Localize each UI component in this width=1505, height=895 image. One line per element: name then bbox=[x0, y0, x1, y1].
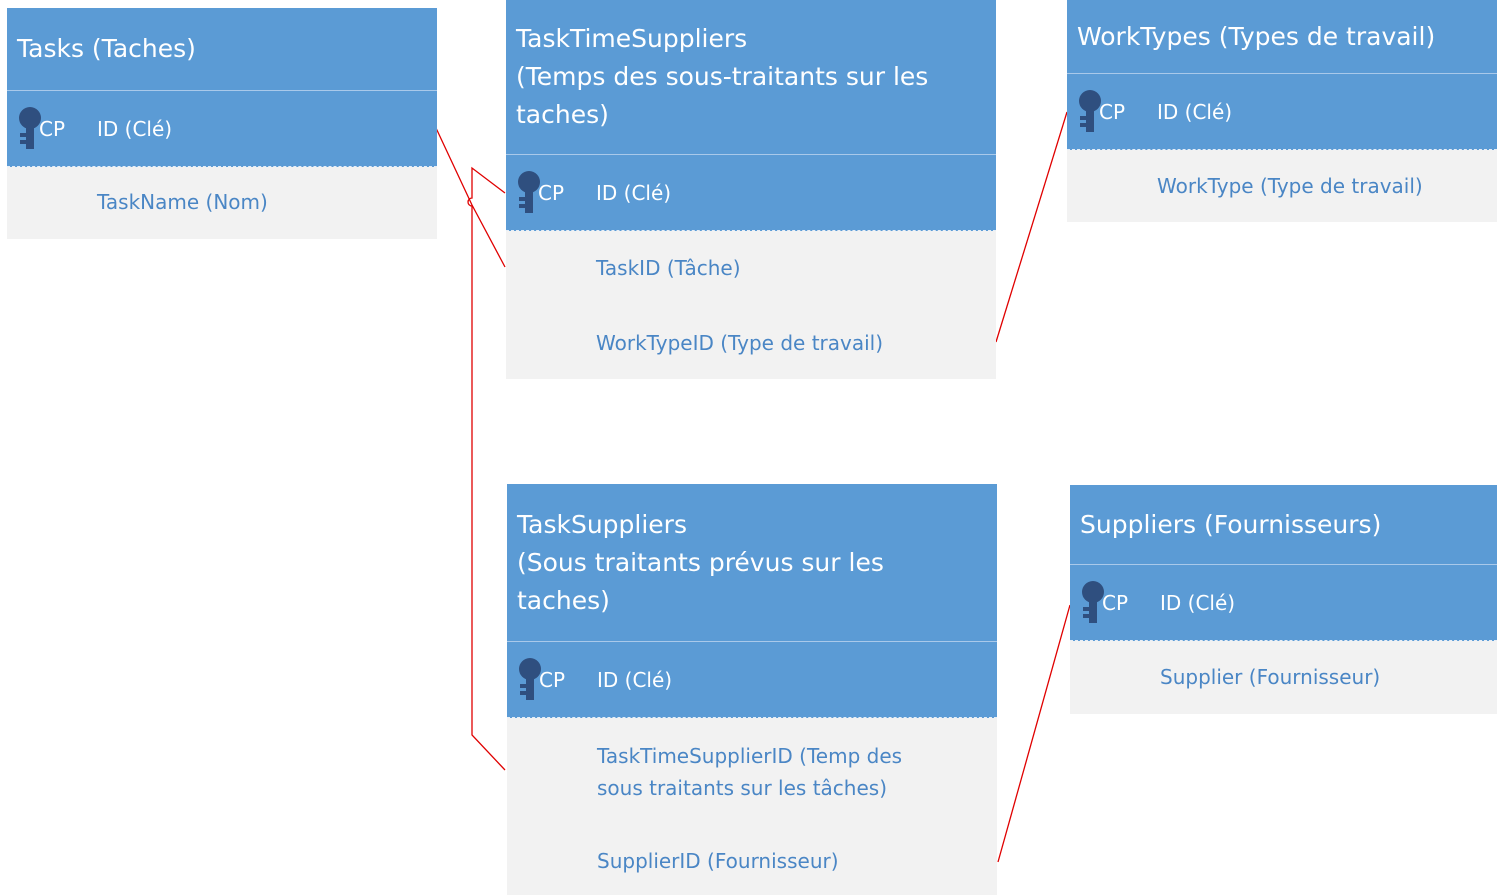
field-worktype[interactable]: WorkType (Type de travail) bbox=[1157, 170, 1423, 202]
pk-field-label: ID (Clé) bbox=[97, 117, 173, 141]
entity-title-line-2: (Temps des sous-traitants sur les bbox=[516, 62, 929, 91]
pk-field-label: ID (Clé) bbox=[597, 668, 673, 692]
pk-badge: CP bbox=[539, 668, 566, 692]
pk-field-label: ID (Clé) bbox=[1160, 591, 1236, 615]
entity-header-tasks: Tasks (Taches) bbox=[7, 8, 437, 91]
primary-key-row[interactable]: CP ID (Clé) bbox=[1070, 565, 1497, 641]
field-supplier[interactable]: Supplier (Fournisseur) bbox=[1160, 661, 1380, 693]
pk-badge: CP bbox=[39, 117, 66, 141]
entity-tasks[interactable]: Tasks (Taches) CP ID (Clé) TaskName (Nom… bbox=[7, 8, 437, 239]
pk-badge: CP bbox=[538, 181, 565, 205]
field-line-1: TaskTimeSupplierID (Temp des bbox=[597, 744, 903, 768]
relationship-line-worktypeid-worktypes bbox=[995, 111, 1068, 343]
field-taskname[interactable]: TaskName (Nom) bbox=[97, 186, 268, 218]
primary-key-row[interactable]: CP ID (Clé) bbox=[507, 642, 997, 718]
field-worktypeid[interactable]: WorkTypeID (Type de travail) bbox=[596, 327, 883, 359]
entity-worktypes[interactable]: WorkTypes (Types de travail) CP ID (Clé)… bbox=[1067, 0, 1497, 222]
relationship-line-supplierid-suppliers bbox=[997, 604, 1071, 863]
relationship-line-taskid-tasks bbox=[435, 127, 506, 268]
primary-key-row[interactable]: CP ID (Clé) bbox=[1067, 74, 1497, 150]
field-line-2: sous traitants sur les tâches) bbox=[597, 776, 887, 800]
field-list: TaskName (Nom) bbox=[7, 167, 437, 239]
primary-key-row[interactable]: CP ID (Clé) bbox=[506, 155, 996, 231]
field-tasktimesupplierid[interactable]: TaskTimeSupplierID (Temp des sous traita… bbox=[597, 740, 902, 804]
entity-title-line-2: (Sous traitants prévus sur les bbox=[517, 547, 884, 577]
pk-field-label: ID (Clé) bbox=[1157, 100, 1233, 124]
primary-key-row[interactable]: CP ID (Clé) bbox=[7, 91, 437, 167]
entity-title-line-1: TaskTimeSuppliers bbox=[516, 24, 748, 53]
relationship-line-tasktimesupplierid-tasktimesuppliers bbox=[467, 166, 506, 771]
field-taskid[interactable]: TaskID (Tâche) bbox=[596, 252, 741, 284]
pk-badge: CP bbox=[1099, 100, 1126, 124]
field-list: WorkType (Type de travail) bbox=[1067, 150, 1497, 222]
entity-title-line-3: taches) bbox=[517, 585, 610, 615]
entity-title: WorkTypes (Types de travail) bbox=[1077, 21, 1436, 51]
entity-header-tasksuppliers: TaskSuppliers (Sous traitants prévus sur… bbox=[507, 484, 997, 642]
entity-header-worktypes: WorkTypes (Types de travail) bbox=[1067, 0, 1497, 74]
er-diagram-canvas: Tasks (Taches) CP ID (Clé) TaskName (Nom… bbox=[0, 0, 1505, 895]
entity-title-line-1: TaskSuppliers bbox=[517, 509, 687, 539]
field-list: TaskID (Tâche) WorkTypeID (Type de trava… bbox=[506, 231, 996, 379]
entity-title: Tasks (Taches) bbox=[17, 34, 196, 63]
pk-field-label: ID (Clé) bbox=[596, 181, 672, 205]
entity-header-tasktimesuppliers: TaskTimeSuppliers (Temps des sous-traita… bbox=[506, 0, 996, 155]
entity-suppliers[interactable]: Suppliers (Fournisseurs) CP ID (Clé) Sup… bbox=[1070, 485, 1497, 714]
entity-tasktimesuppliers[interactable]: TaskTimeSuppliers (Temps des sous-traita… bbox=[506, 0, 996, 379]
field-supplierid[interactable]: SupplierID (Fournisseur) bbox=[597, 845, 839, 877]
pk-badge: CP bbox=[1102, 591, 1129, 615]
entity-title: Suppliers (Fournisseurs) bbox=[1080, 509, 1382, 539]
entity-header-suppliers: Suppliers (Fournisseurs) bbox=[1070, 485, 1497, 565]
field-list: TaskTimeSupplierID (Temp des sous traita… bbox=[507, 718, 997, 895]
field-list: Supplier (Fournisseur) bbox=[1070, 641, 1497, 714]
entity-tasksuppliers[interactable]: TaskSuppliers (Sous traitants prévus sur… bbox=[507, 484, 997, 895]
entity-title-line-3: taches) bbox=[516, 100, 609, 129]
